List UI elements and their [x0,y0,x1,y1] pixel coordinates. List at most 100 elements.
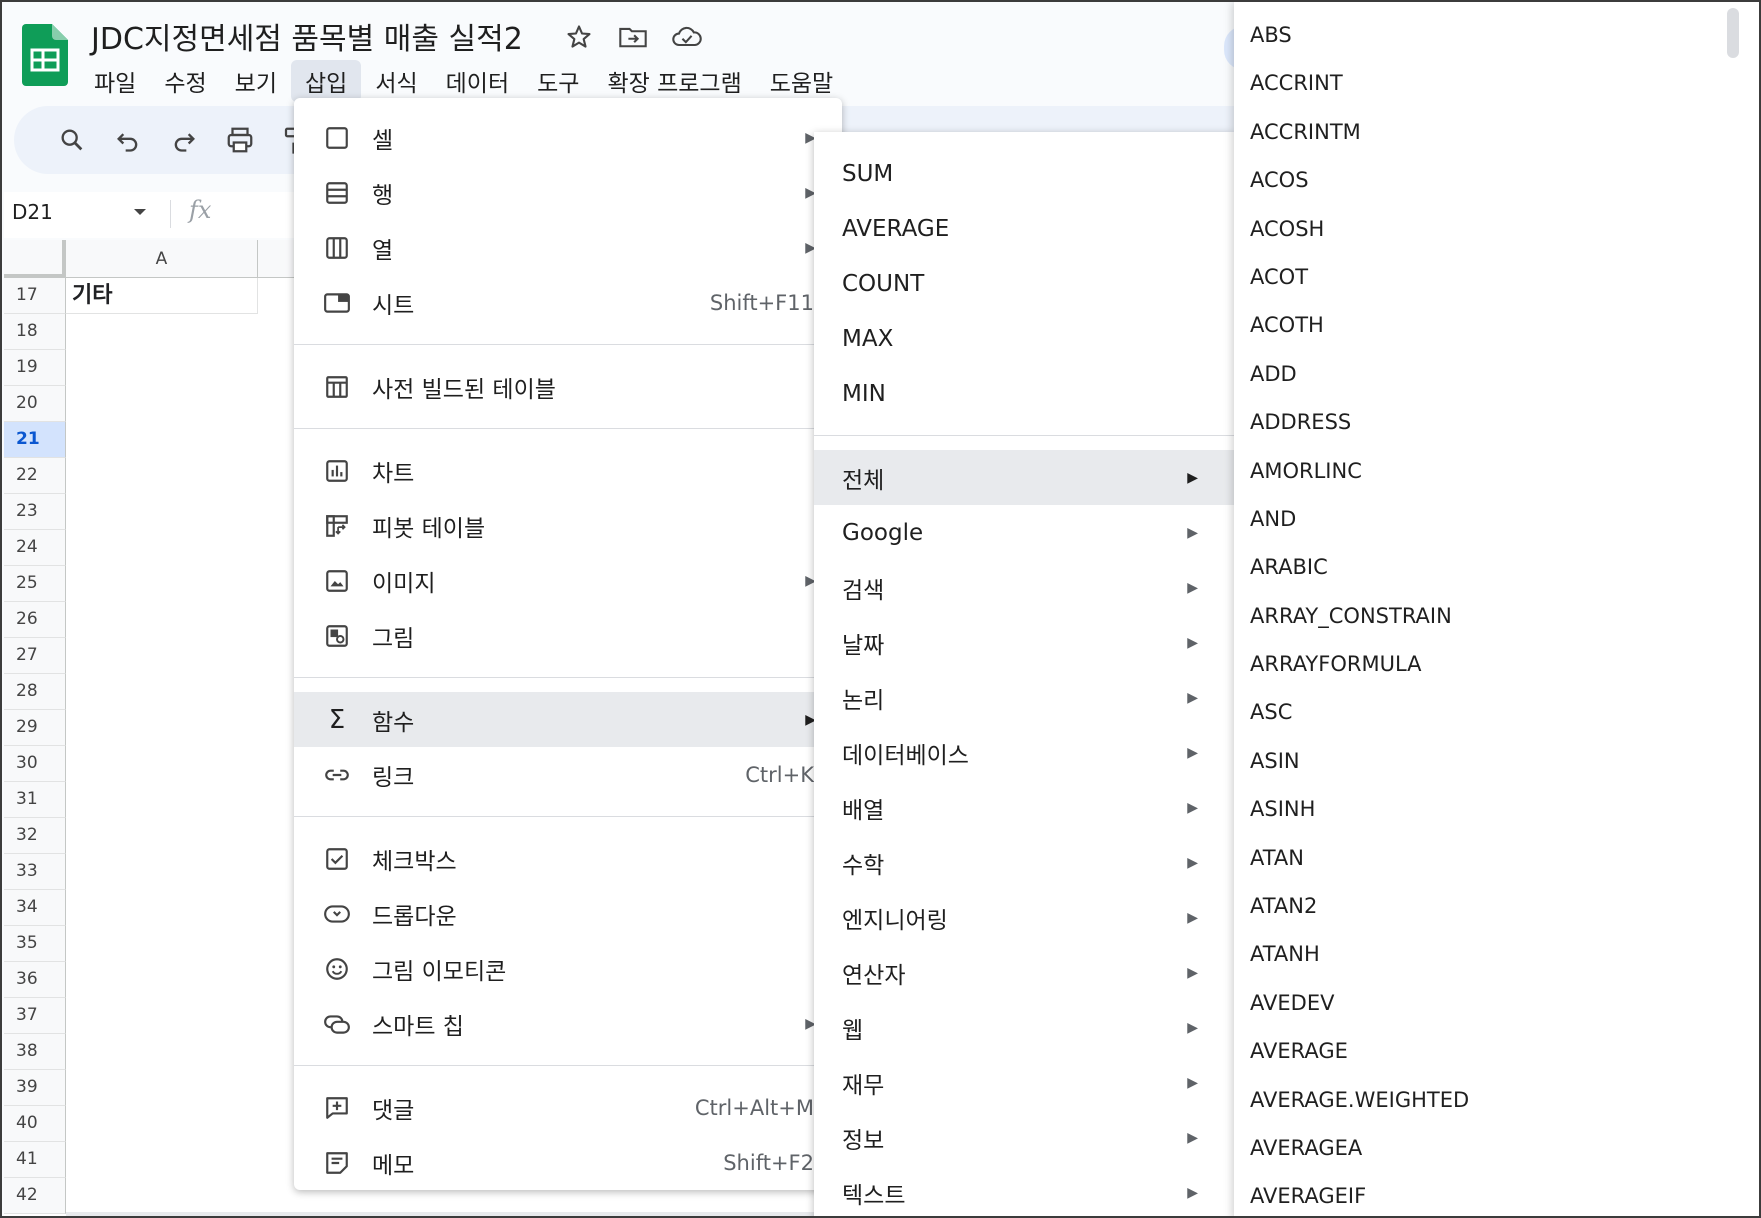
insert-checkbox-item[interactable]: 체크박스 [294,831,842,886]
category-item[interactable]: 배열 ▶ [814,780,1234,835]
function-list-item[interactable]: AVERAGE.WEIGHTED [1234,1076,1759,1124]
category-item[interactable]: 논리 ▶ [814,670,1234,725]
function-list-item[interactable]: ADD [1234,350,1759,398]
function-list-item[interactable]: ACCRINT [1234,59,1759,107]
row-header[interactable]: 27 [4,638,66,674]
row-header-selected[interactable]: 21 [4,422,66,458]
chevron-down-icon[interactable] [132,206,148,218]
redo-icon[interactable] [166,122,202,158]
row-header[interactable]: 24 [4,530,66,566]
function-list-item[interactable]: ATAN [1234,834,1759,882]
move-folder-icon[interactable] [616,20,650,54]
menu-data[interactable]: 데이터 [432,60,523,102]
insert-chart-item[interactable]: 차트 [294,443,842,498]
row-header[interactable]: 31 [4,782,66,818]
category-item[interactable]: 엔지니어링 ▶ [814,890,1234,945]
menu-format[interactable]: 서식 [361,60,431,102]
menu-help[interactable]: 도움말 [756,60,847,102]
category-item[interactable]: 정보 ▶ [814,1110,1234,1165]
function-list-item[interactable]: AVERAGEIF [1234,1172,1759,1216]
sheets-logo[interactable] [22,24,68,86]
menu-tools[interactable]: 도구 [523,60,593,102]
row-header[interactable]: 40 [4,1106,66,1142]
insert-column-item[interactable]: 열 ▶ [294,220,842,275]
document-title[interactable]: JDC지정면세점 품목별 매출 실적2 [91,14,523,58]
row-header[interactable]: 33 [4,854,66,890]
row-header[interactable]: 36 [4,962,66,998]
insert-function-item[interactable]: Σ 함수 ▶ [294,692,842,747]
row-header[interactable]: 30 [4,746,66,782]
category-item[interactable]: 텍스트 ▶ [814,1165,1234,1216]
category-item[interactable]: 연산자 ▶ [814,945,1234,1000]
category-all-item[interactable]: 전체 ▶ [814,450,1234,505]
insert-dropdown-item[interactable]: 드롭다운 [294,886,842,941]
cell-a17[interactable]: 기타 [66,278,258,314]
row-header[interactable]: 35 [4,926,66,962]
menu-view[interactable]: 보기 [221,60,291,102]
function-list-item[interactable]: ACOTH [1234,301,1759,349]
function-list-item[interactable]: AVEDEV [1234,979,1759,1027]
function-max-item[interactable]: MAX [814,311,1234,366]
row-header[interactable]: 23 [4,494,66,530]
category-item[interactable]: 웹 ▶ [814,1000,1234,1055]
row-header[interactable]: 39 [4,1070,66,1106]
row-header[interactable]: 32 [4,818,66,854]
function-list-item[interactable]: ADDRESS [1234,398,1759,446]
row-header[interactable]: 37 [4,998,66,1034]
function-list-item[interactable]: ASC [1234,688,1759,736]
column-header-a[interactable]: A [66,240,258,278]
star-icon[interactable] [562,20,596,54]
row-header[interactable]: 19 [4,350,66,386]
row-header[interactable]: 18 [4,314,66,350]
row-header[interactable]: 34 [4,890,66,926]
row-header[interactable]: 42 [4,1178,66,1214]
category-item[interactable]: 날짜 ▶ [814,615,1234,670]
cloud-saved-icon[interactable] [670,20,704,54]
menu-extensions[interactable]: 확장 프로그램 [593,60,755,102]
insert-comment-item[interactable]: 댓글 Ctrl+Alt+M [294,1080,842,1135]
row-header[interactable]: 25 [4,566,66,602]
menu-file[interactable]: 파일 [80,60,150,102]
category-item[interactable]: Google ▶ [814,505,1234,560]
function-min-item[interactable]: MIN [814,366,1234,421]
function-list-item[interactable]: AND [1234,495,1759,543]
function-list-item[interactable]: ASINH [1234,785,1759,833]
category-item[interactable]: 검색 ▶ [814,560,1234,615]
function-list-item[interactable]: ACOS [1234,156,1759,204]
insert-prebuilt-table-item[interactable]: 사전 빌드된 테이블 [294,359,842,414]
function-count-item[interactable]: COUNT [814,256,1234,311]
function-list-item[interactable]: ACOSH [1234,205,1759,253]
function-average-item[interactable]: AVERAGE [814,201,1234,256]
row-header[interactable]: 41 [4,1142,66,1178]
insert-cell-item[interactable]: 셀 ▶ [294,110,842,165]
function-list-item[interactable]: ARABIC [1234,543,1759,591]
menu-insert[interactable]: 삽입 [290,60,362,102]
row-header[interactable]: 28 [4,674,66,710]
function-list-item[interactable]: ACCRINTM [1234,108,1759,156]
function-list-item[interactable]: ATANH [1234,930,1759,978]
insert-emoji-item[interactable]: 그림 이모티콘 [294,941,842,996]
insert-smart-chip-item[interactable]: 스마트 칩 ▶ [294,996,842,1051]
function-list-item[interactable]: ASIN [1234,737,1759,785]
row-header[interactable]: 20 [4,386,66,422]
search-icon[interactable] [54,122,90,158]
undo-icon[interactable] [110,122,146,158]
print-icon[interactable] [222,122,258,158]
insert-drawing-item[interactable]: 그림 [294,608,842,663]
insert-row-item[interactable]: 행 ▶ [294,165,842,220]
category-item[interactable]: 수학 ▶ [814,835,1234,890]
category-item[interactable]: 데이터베이스 ▶ [814,725,1234,780]
row-header[interactable]: 22 [4,458,66,494]
function-list-item[interactable]: ATAN2 [1234,882,1759,930]
function-list-item[interactable]: ABS [1234,11,1759,59]
function-list-item[interactable]: ARRAYFORMULA [1234,640,1759,688]
name-box[interactable]: D21 [12,200,53,224]
insert-sheet-item[interactable]: 시트 Shift+F11 [294,275,842,330]
row-header[interactable]: 17 [4,278,66,314]
insert-image-item[interactable]: 이미지 ▶ [294,553,842,608]
row-header[interactable]: 38 [4,1034,66,1070]
menu-edit[interactable]: 수정 [150,60,220,102]
function-list-item[interactable]: AMORLINC [1234,447,1759,495]
function-list-item[interactable]: AVERAGEA [1234,1124,1759,1172]
function-sum-item[interactable]: SUM [814,146,1234,201]
